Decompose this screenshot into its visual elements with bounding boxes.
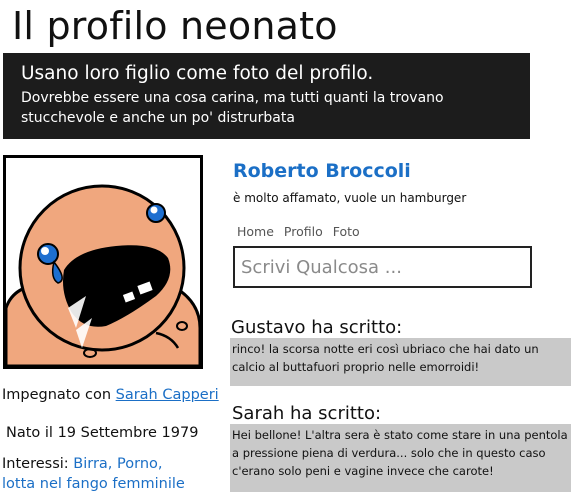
post-message: Hei bellone! L'altra sera è stato come s… (230, 424, 571, 492)
partner-link[interactable]: Sarah Capperi (116, 387, 219, 403)
nav-home[interactable]: Home (237, 224, 274, 239)
banner-heading: Usano loro figlio come foto del profilo. (21, 63, 374, 84)
nav-profilo[interactable]: Profilo (284, 224, 323, 239)
profile-name[interactable]: Roberto Broccoli (233, 160, 411, 182)
relationship-line: Impegnato con Sarah Capperi (2, 387, 219, 403)
status-text: è molto affamato, vuole un hamburger (233, 191, 467, 205)
interests-label: Interessi: (2, 456, 69, 472)
interests-line2[interactable]: lotta nel fango femminile (2, 476, 185, 492)
post-input-placeholder: Scrivi Qualcosa ... (241, 257, 402, 278)
interests-line1: Interessi: Birra, Porno, (2, 456, 163, 472)
interests-list[interactable]: Birra, Porno, (73, 456, 162, 472)
profile-nav: Home Profilo Foto (237, 224, 366, 239)
profile-photo[interactable] (3, 155, 203, 369)
post-message: rinco! la scorsa notte eri così ubriaco … (230, 338, 571, 386)
crying-baby-avatar-icon (6, 184, 200, 366)
post-input[interactable]: Scrivi Qualcosa ... (233, 246, 532, 288)
post-author: Sarah ha scritto: (232, 403, 382, 424)
description-banner: Usano loro figlio come foto del profilo.… (3, 53, 530, 139)
post-author: Gustavo ha scritto: (231, 317, 403, 338)
birth-date: Nato il 19 Settembre 1979 (6, 425, 199, 441)
page-title: Il profilo neonato (12, 4, 338, 48)
banner-text: Dovrebbe essere una cosa carina, ma tutt… (21, 90, 444, 126)
nav-foto[interactable]: Foto (333, 224, 360, 239)
relationship-label: Impegnato con (2, 387, 112, 403)
